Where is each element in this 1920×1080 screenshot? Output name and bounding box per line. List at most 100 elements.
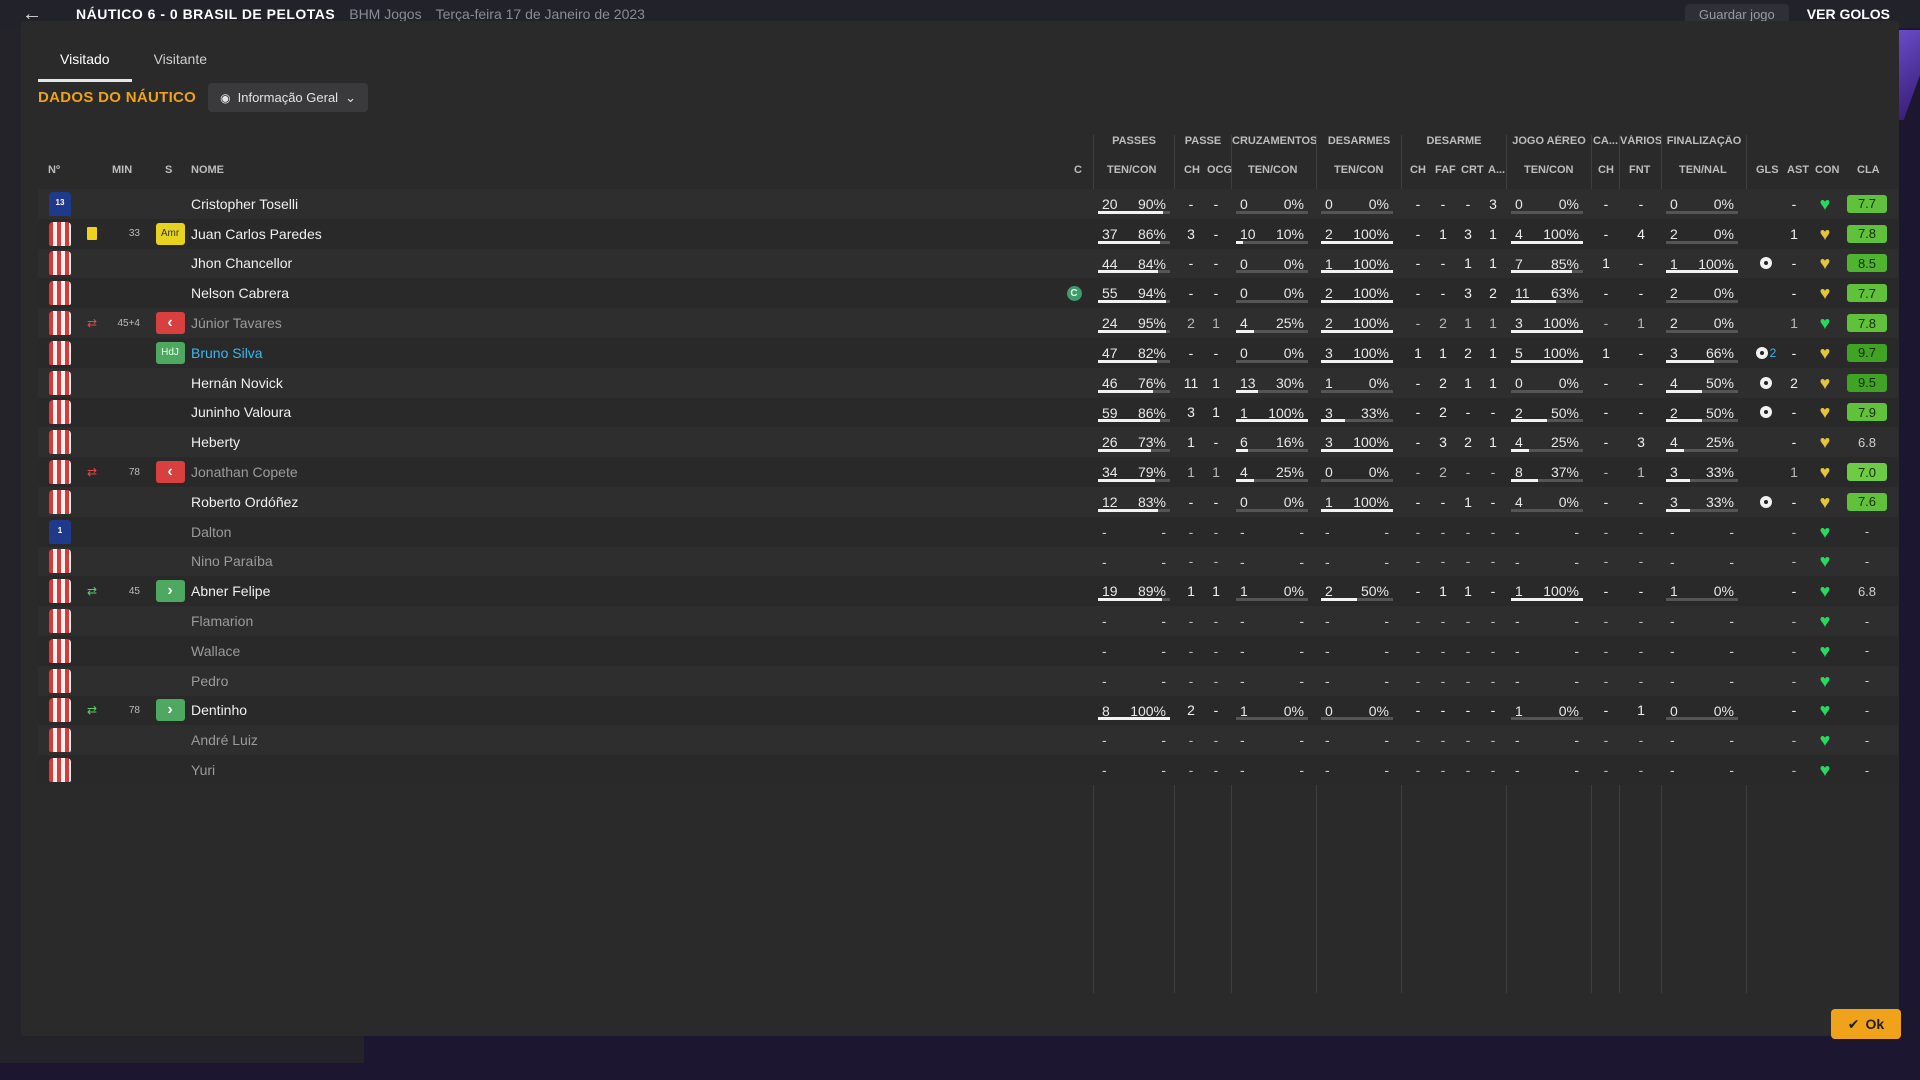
player-name[interactable]: Heberty (191, 434, 240, 450)
header-crt[interactable]: CRT (1461, 164, 1484, 180)
player-name[interactable]: Abner Felipe (191, 583, 270, 599)
header-status[interactable]: S (165, 164, 172, 180)
table-row[interactable]: HdJ Bruno Silva 47 82% - -0 0% 3 100% 1 1 2 1 5 100% 1-… (38, 337, 1898, 368)
header-chances-created[interactable]: OCG (1207, 164, 1232, 180)
stat-dash: - (1638, 613, 1644, 630)
table-row[interactable]: Roberto Ordóñez 12 83% - - 0 0% 1 100% - - 1 - 4 0% - - 3… (38, 486, 1898, 517)
heart-icon: ♥ (1819, 283, 1831, 304)
ok-button[interactable]: ✔ Ok (1831, 1009, 1901, 1039)
tab-home[interactable]: Visitado (38, 45, 132, 82)
aerial-cell-values: 0 0% (1511, 375, 1583, 391)
header-aerial-att-comp[interactable]: TEN/CON (1524, 164, 1574, 180)
crosses-cell-percentage: 25% (1275, 464, 1304, 481)
event-cell (80, 517, 104, 547)
player-name[interactable]: Cristopher Toselli (191, 196, 298, 212)
player-name[interactable]: Júnior Tavares (191, 315, 282, 331)
header-name[interactable]: NOME (191, 164, 224, 180)
header-condition[interactable]: CON (1815, 164, 1839, 180)
football-icon (1755, 346, 1768, 359)
passes-cell-attempts: 26 (1102, 434, 1118, 451)
header-shots[interactable]: TEN/NAL (1679, 164, 1727, 180)
header-fouls[interactable]: FAF (1435, 164, 1456, 180)
table-row[interactable]: Juninho Valoura 59 86% 3 1 1 100% 3 33% -2- -2 50% -… (38, 397, 1898, 428)
table-row[interactable]: Yuri - - - - - - - - - - - - - - - - - - - ♥ - (38, 755, 1898, 785)
aerial-cell-dash: - (1574, 672, 1579, 689)
header-goals[interactable]: GLS (1756, 164, 1779, 180)
tackles-cell-percentage: 33% (1360, 404, 1389, 421)
player-name[interactable]: Wallace (191, 643, 240, 659)
rating-cell: 7.8 (1845, 219, 1889, 249)
shots-cell-values: 0 0% (1666, 196, 1738, 212)
header-number[interactable]: Nº (48, 164, 60, 180)
header-minutes[interactable]: MIN (112, 164, 132, 180)
table-row[interactable]: ⇄ 45+4 ‹ Júnior Tavares 24 95% 2 1 4 25% 2 100% -2 1 1… (38, 308, 1898, 338)
table-row[interactable]: Pedro - - - - - - - - - - - - - - - - - - - ♥ - (38, 665, 1898, 696)
passes-cell: 20 90% (1098, 189, 1170, 219)
header-tackles-att-comp[interactable]: TEN/CON (1334, 164, 1384, 180)
header-a[interactable]: A... (1488, 164, 1505, 180)
shirt-icon: 13 (49, 191, 71, 216)
header-tackle-ch[interactable]: CH (1410, 164, 1426, 180)
passes-cell: -- (1098, 755, 1170, 785)
ca-value: - (1603, 374, 1609, 391)
player-name[interactable]: André Luiz (191, 732, 258, 748)
header-fnt[interactable]: FNT (1629, 164, 1650, 180)
player-name[interactable]: Juan Carlos Paredes (191, 226, 322, 242)
tab-away[interactable]: Visitante (132, 45, 229, 82)
aerial-cell-values: -- (1511, 762, 1583, 778)
captain-cell (1064, 755, 1084, 785)
player-name[interactable]: Flamarion (191, 613, 253, 629)
player-name[interactable]: Nino Paraíba (191, 553, 273, 569)
table-row[interactable]: Heberty 26 73% 1-6 16% 3 100% -3 2 1 4 25% -3 4 25% - ♥ 6… (38, 427, 1898, 458)
player-name[interactable]: Yuri (191, 762, 215, 778)
view-dropdown[interactable]: ◉ Informação Geral ⌄ (208, 83, 368, 112)
aerial-cell-values: 2 50% (1511, 405, 1583, 421)
player-name[interactable]: Hernán Novick (191, 375, 283, 391)
table-row[interactable]: Jhon Chancellor 44 84% - -0 0% 1 100% - -1 1 7 85% 1-… (38, 248, 1898, 279)
table-row[interactable]: ⇄ 45 › Abner Felipe 19 89% 1 1 1 0% 2 50% -1 1-1 100% -… (38, 576, 1898, 607)
table-row[interactable]: Nino Paraíba - - - - - - - - - - - - - - - - - - - ♥ - (38, 546, 1898, 577)
header-key-passes[interactable]: CH (1184, 164, 1200, 180)
shots-cell: 2 50% (1666, 398, 1738, 428)
player-name[interactable]: Dentinho (191, 702, 247, 718)
table-row[interactable]: Wallace - - - - - - - - - - - - - - - - - - - ♥ - (38, 635, 1898, 666)
table-row[interactable]: Hernán Novick 46 76% 11 1 13 30% 1 0% -2 1 1 0 0% - -4 5… (38, 367, 1898, 398)
table-row[interactable]: 33 Amr Juan Carlos Paredes 37 86% 3-10 10% 2 100… (38, 218, 1898, 249)
player-name[interactable]: Jhon Chancellor (191, 255, 292, 271)
passes-cell-percentage: 95% (1137, 315, 1166, 332)
header-rating[interactable]: CLA (1857, 164, 1880, 180)
passes-cell-values: 20 90% (1098, 196, 1170, 212)
table-row[interactable]: Nelson Cabrera C 55 94% - -0 0% 2 100% - -3 2 11 63% -… (38, 278, 1898, 309)
crosses-cell-bar (1236, 419, 1308, 423)
table-row[interactable]: Flamarion - - - - - - - - - - - - - - - - - - - ♥ - (38, 606, 1898, 636)
passes-cell-bar (1098, 240, 1170, 244)
table-row[interactable]: André Luiz - - - - - - - - - - - - - - - - - - - ♥ - (38, 725, 1898, 756)
player-name[interactable]: Roberto Ordóñez (191, 494, 298, 510)
player-name[interactable]: Jonathan Copete (191, 464, 298, 480)
shots-cell-percentage: 0% (1713, 315, 1734, 332)
player-name[interactable]: Nelson Cabrera (191, 285, 289, 301)
tackles-cell-bar-fill (1321, 449, 1393, 453)
header-passes-att-comp[interactable]: TEN/CON (1107, 164, 1157, 180)
header-captain[interactable]: C (1074, 164, 1082, 180)
player-name[interactable]: Dalton (191, 524, 231, 540)
minute-cell (104, 278, 144, 308)
aerial-cell-values: 3 100% (1511, 315, 1583, 331)
passes-cell-values: 34 79% (1098, 464, 1170, 480)
player-name[interactable]: Juninho Valoura (191, 404, 291, 420)
a-value: 1 (1489, 315, 1497, 332)
table-row[interactable]: 1 Dalton - - - - - - - - - - - - - - - - - - - ♥ - (38, 516, 1898, 547)
player-name[interactable]: Bruno Silva (191, 345, 263, 361)
table-row[interactable]: 13 Cristopher Toselli 20 90% - - 0 0% 0 0% - - - 3 0 0%… (38, 189, 1898, 219)
tackles-cell-dash: - (1325, 642, 1330, 659)
tackles-cell-dash: - (1384, 642, 1389, 659)
table-row[interactable]: ⇄ 78 › Dentinho 8 100% 2-1 0% 0 0% - - - -1 0% -1 0 0% - ♥ - (38, 695, 1898, 726)
header-crosses-att-comp[interactable]: TEN/CON (1248, 164, 1298, 180)
player-name[interactable]: Pedro (191, 673, 228, 689)
chances-value: - (1213, 285, 1219, 302)
view-goals-button[interactable]: VER GOLOS (1807, 6, 1890, 22)
table-row[interactable]: ⇄ 78 ‹ Jonathan Copete 34 79% 1 1 4 25% 0 0% -2- -8 37… (38, 457, 1898, 487)
header-ca-ch[interactable]: CH (1598, 164, 1614, 180)
header-assists[interactable]: AST (1787, 164, 1809, 180)
stat-dash: - (1415, 762, 1421, 779)
